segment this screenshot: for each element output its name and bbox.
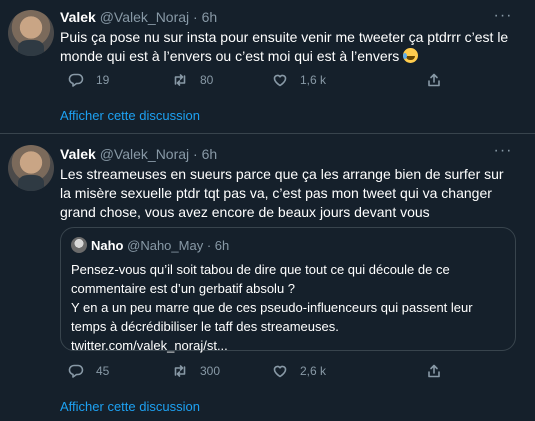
reply-count: 45 bbox=[96, 364, 110, 378]
reply-icon bbox=[68, 73, 84, 87]
quoted-timestamp: 6h bbox=[214, 238, 230, 253]
quoted-author-handle: @Naho_May bbox=[127, 238, 204, 253]
quoted-link[interactable]: twitter.com/valek_noraj/st... bbox=[71, 336, 507, 355]
retweet-count: 80 bbox=[200, 73, 214, 87]
quoted-tweet-text: Pensez-vous qu’il soit tabou de dire que… bbox=[71, 260, 507, 355]
tweet[interactable]: Valek @Valek_Noraj · 6h ··· Les streameu… bbox=[0, 135, 535, 421]
avatar[interactable] bbox=[8, 10, 54, 56]
author-name[interactable]: Valek bbox=[60, 146, 96, 162]
tweet-actions: 45 300 2,6 k bbox=[60, 361, 480, 381]
reply-icon bbox=[68, 364, 84, 378]
retweet-icon bbox=[174, 365, 186, 377]
tweet-actions: 19 80 1,6 k bbox=[60, 70, 480, 90]
avatar[interactable] bbox=[8, 145, 54, 191]
tweet-header: Valek @Valek_Noraj · 6h bbox=[60, 8, 217, 26]
quoted-author-name: Naho bbox=[91, 238, 124, 253]
quoted-text-line-1: Pensez-vous qu’il soit tabou de dire que… bbox=[71, 262, 450, 296]
separator: · bbox=[193, 9, 198, 25]
reply-button[interactable]: 45 bbox=[68, 361, 109, 381]
quoted-tweet-header: Naho @Naho_May · 6h bbox=[71, 237, 229, 254]
more-horizontal-icon[interactable]: ··· bbox=[493, 141, 513, 161]
author-name[interactable]: Valek bbox=[60, 9, 96, 25]
quoted-text-line-2: Y en a un peu marre que de ces pseudo-in… bbox=[71, 300, 473, 334]
share-icon bbox=[428, 73, 440, 87]
like-count: 2,6 k bbox=[300, 364, 327, 378]
retweet-icon bbox=[174, 74, 186, 86]
show-thread-link[interactable]: Afficher cette discussion bbox=[60, 108, 200, 123]
reply-count: 19 bbox=[96, 73, 110, 87]
more-horizontal-icon[interactable]: ··· bbox=[493, 6, 513, 26]
heart-icon bbox=[273, 365, 287, 378]
tweet-text-content: Puis ça pose nu sur insta pour ensuite v… bbox=[60, 29, 509, 64]
tears-of-joy-emoji-icon bbox=[403, 48, 419, 63]
heart-icon bbox=[273, 74, 287, 87]
timestamp[interactable]: 6h bbox=[202, 9, 218, 25]
tweet-text: Les streameuses en sueurs parce que ça l… bbox=[60, 166, 504, 220]
quoted-avatar bbox=[71, 237, 87, 253]
like-button[interactable]: 2,6 k bbox=[272, 361, 326, 381]
share-button[interactable] bbox=[426, 361, 442, 381]
show-thread-link[interactable]: Afficher cette discussion bbox=[60, 399, 200, 414]
retweet-button[interactable]: 300 bbox=[172, 361, 220, 381]
author-handle[interactable]: @Valek_Noraj bbox=[100, 146, 189, 162]
tweet[interactable]: Valek @Valek_Noraj · 6h ··· Puis ça pose… bbox=[0, 0, 535, 134]
share-button[interactable] bbox=[426, 70, 442, 90]
quoted-tweet[interactable]: Naho @Naho_May · 6h Pensez-vous qu’il so… bbox=[60, 227, 516, 353]
timestamp[interactable]: 6h bbox=[202, 146, 218, 162]
like-count: 1,6 k bbox=[300, 73, 327, 87]
share-icon bbox=[428, 364, 440, 378]
reply-button[interactable]: 19 bbox=[68, 70, 109, 90]
tweet-text: Puis ça pose nu sur insta pour ensuite v… bbox=[60, 28, 510, 66]
retweet-button[interactable]: 80 bbox=[172, 70, 213, 90]
retweet-count: 300 bbox=[200, 364, 221, 378]
separator: · bbox=[193, 146, 198, 162]
separator: · bbox=[206, 238, 212, 253]
author-handle[interactable]: @Valek_Noraj bbox=[100, 9, 189, 25]
like-button[interactable]: 1,6 k bbox=[272, 70, 326, 90]
tweet-header: Valek @Valek_Noraj · 6h bbox=[60, 145, 217, 163]
